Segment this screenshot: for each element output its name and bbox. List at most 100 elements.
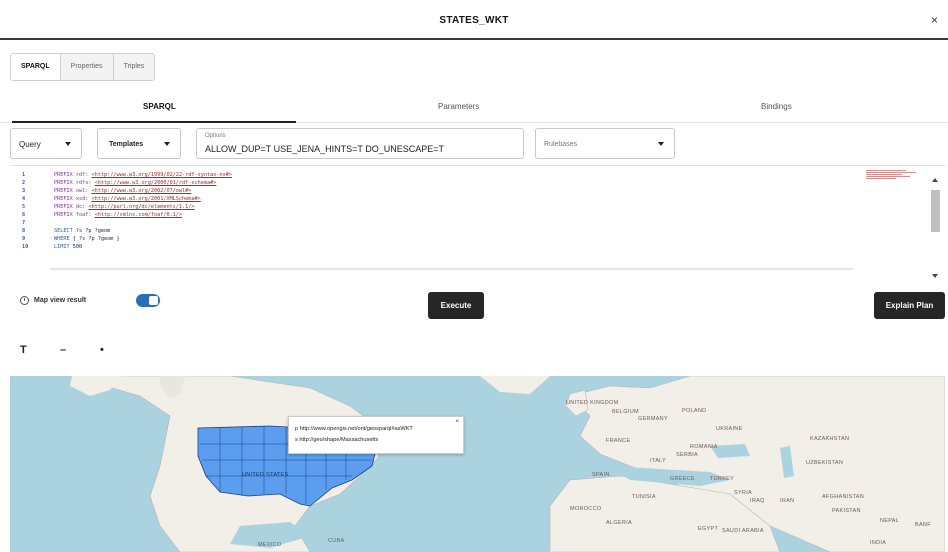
chevron-down-icon [658,142,664,146]
map-label: KAZAKHSTAN [810,436,850,442]
map-label: MOROCCO [570,506,602,512]
map-label: IRAN [780,498,795,504]
map-label: GERMANY [638,416,668,422]
code-keyword: LIMIT [54,244,70,250]
zoom-out-icon[interactable]: – [60,344,66,356]
code-text: 500 [72,244,83,250]
close-icon[interactable]: × [931,13,938,27]
map-label: MEXICO [258,542,282,548]
code-keyword: PREFIX xsd: [54,196,89,202]
query-select-label: Query [19,140,41,149]
line-number: 4 [22,196,26,202]
rulebases-select[interactable]: Rulebases [535,128,675,159]
map-label: EGYPT [698,526,719,532]
active-tab-underline [12,121,296,123]
map-view-label: Map view result [34,297,87,304]
map-view-toggle[interactable] [136,294,160,307]
tab-triples[interactable]: Triples [114,54,155,80]
map-label: ITALY [650,458,666,464]
feature-popup: × p http://www.opengis.net/ont/geosparql… [288,416,464,454]
code-url: <http://www.w3.org/1999/02/22-rdf-syntax… [91,172,233,178]
explain-plan-button[interactable]: Explain Plan [874,292,945,319]
line-number: 5 [22,204,26,210]
code-text: ?s ?p ?geom [75,228,111,234]
subtab-parameters[interactable]: Parameters [438,102,479,111]
chevron-down-icon [164,142,170,146]
vertical-scrollbar[interactable] [930,166,941,286]
code-url: <http://xmlns.com/foaf/0.1/> [94,212,183,218]
popup-subject: s http://geo/shape/Massachusetts [295,437,379,443]
map-label: BELGIUM [612,409,639,415]
line-number: 10 [22,244,29,250]
popup-close-icon[interactable]: × [455,419,459,425]
code-minimap[interactable] [866,170,922,184]
map-label: FRANCE [606,438,631,444]
map-label: UZBEKISTAN [806,460,844,466]
code-keyword: SELECT [54,228,73,234]
filter-icon[interactable]: T [20,344,27,356]
chevron-down-icon [65,142,71,146]
title-bar: STATES_WKT × [0,0,948,40]
execute-button[interactable]: Execute [428,292,484,319]
query-select[interactable]: Query [10,128,82,159]
scroll-down-icon[interactable] [932,274,938,278]
map-label: GREECE [670,476,696,482]
map-label: SERBIA [676,452,698,458]
scroll-up-icon[interactable] [932,178,938,182]
world-basemap [69,376,945,552]
templates-button[interactable]: Templates [97,128,181,159]
sparql-editor[interactable]: 1 PREFIX rdf: <http://www.w3.org/1999/02… [10,165,945,285]
subtab-bindings[interactable]: Bindings [761,102,792,111]
rulebases-placeholder: Rulebases [544,141,578,148]
tab-sparql[interactable]: SPARQL [11,54,61,80]
code-keyword: PREFIX owl: [54,188,89,194]
tab-properties[interactable]: Properties [61,54,114,80]
code-text: { ?s ?p ?geom } [72,236,120,242]
horizontal-scrollbar[interactable] [50,268,853,270]
map-label: IRAQ [750,498,765,504]
window-title: STATES_WKT [439,15,509,26]
dot-icon[interactable]: • [100,344,104,356]
map-label: TUNISIA [632,494,656,500]
code-url: <http://www.w3.org/2000/01/rdf-schema#> [94,180,217,186]
map-label: SAUDI ARABIA [722,528,764,534]
scrollbar-thumb[interactable] [931,190,940,232]
map-label: SPAIN [592,472,610,478]
clock-icon [20,296,29,305]
line-number: 8 [22,228,26,234]
map-label: UNITED STATES [242,472,289,478]
options-caption: Options [205,133,226,139]
map-label: AFGHANISTAN [822,494,865,500]
map-label: TURKEY [710,476,735,482]
top-tab-bar: SPARQL Properties Triples [10,53,156,81]
sub-tab-bar: SPARQL Parameters Bindings [0,95,948,123]
code-keyword: PREFIX rdfs: [54,180,92,186]
code-keyword: PREFIX rdf: [54,172,89,178]
line-number: 6 [22,212,26,218]
line-number: 7 [22,220,26,226]
map-label: ALGERIA [606,520,632,526]
code-url: <http://www.w3.org/2001/XMLSchema#> [91,196,201,202]
code-url: <http://purl.org/dc/elements/1.1/> [88,204,195,210]
options-field[interactable]: Options ALLOW_DUP=T USE_JENA_HINTS=T DO_… [196,128,524,159]
map-view[interactable]: × p http://www.opengis.net/ont/geosparql… [10,376,945,552]
map-label: SYRIA [734,490,753,496]
code-url: <http://www.w3.org/2002/07/owl#> [91,188,192,194]
line-number: 1 [22,172,26,178]
map-label: NEPAL [880,518,900,524]
templates-label: Templates [109,141,144,148]
toggle-knob [149,296,158,305]
code-keyword: PREFIX dc: [54,204,86,210]
line-number: 2 [22,180,26,186]
code-keyword: WHERE [54,236,70,242]
map-label: ROMANIA [690,444,718,450]
map-label: INDIA [870,540,887,546]
subtab-sparql[interactable]: SPARQL [143,102,176,111]
map-label: CUBA [328,538,345,544]
popup-predicate: p http://www.opengis.net/ont/geosparql#a… [295,426,413,432]
map-label: POLAND [682,408,707,414]
line-number: 9 [22,236,26,242]
code-keyword: PREFIX foaf: [54,212,92,218]
options-value: ALLOW_DUP=T USE_JENA_HINTS=T DO_UNESCAPE… [205,144,444,154]
map-label: UKRAINE [716,426,743,432]
